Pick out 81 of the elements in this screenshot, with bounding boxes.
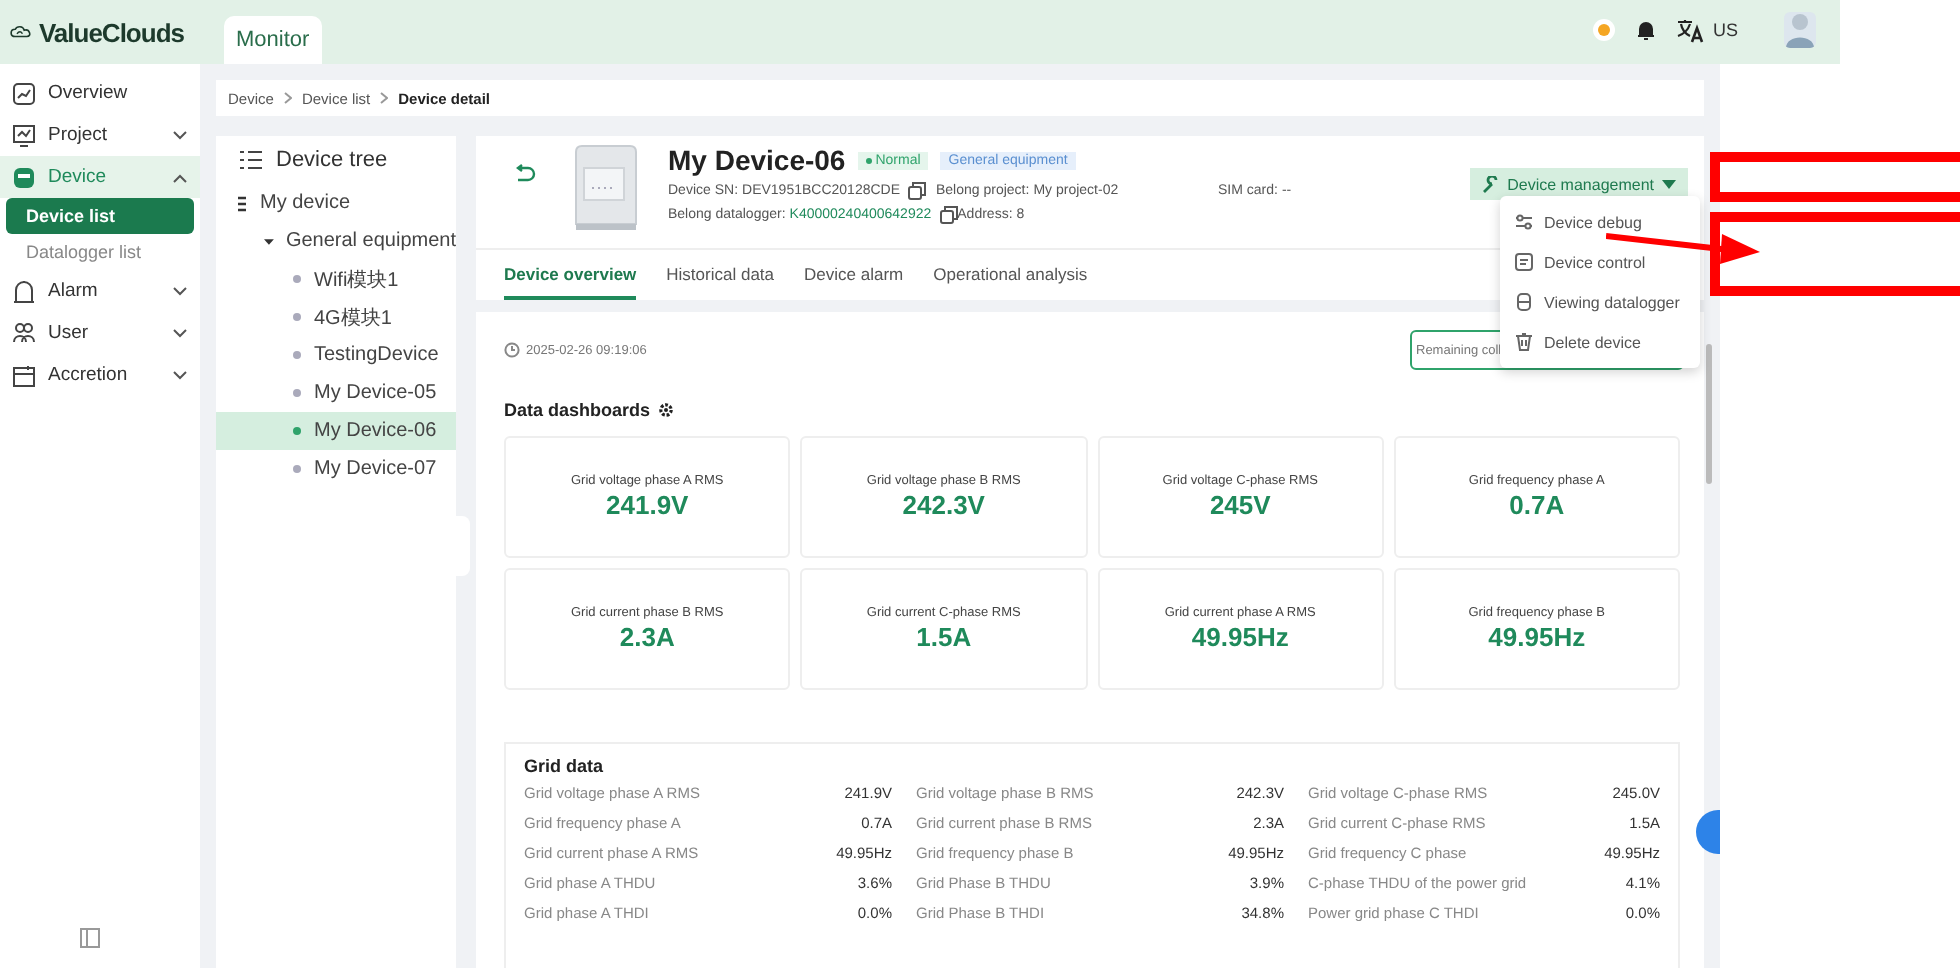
language-label[interactable]: US (1712, 20, 1738, 40)
dot-icon (292, 350, 302, 360)
sidebar-label: User (48, 322, 91, 344)
device-name: My Device-06 (668, 144, 846, 176)
collapse-icon[interactable] (80, 928, 100, 948)
section-title: Grid data (524, 756, 606, 776)
sidebar-item[interactable]: User (0, 312, 200, 354)
caret-icon (264, 235, 274, 247)
metric-value: 0.7A (1509, 490, 1565, 520)
tree-title: Device tree (276, 148, 388, 172)
sidebar-item[interactable]: Device (0, 156, 200, 198)
chevron-right-icon (380, 92, 389, 104)
tree-item[interactable]: My Device-06 (216, 412, 456, 450)
menu-item-label: Device control (1544, 253, 1646, 271)
dot-icon (292, 388, 302, 398)
section-title: Data dashboards (504, 400, 651, 420)
list-icon (240, 150, 262, 170)
device-icon (12, 165, 36, 189)
tree-item[interactable]: TestingDevice (216, 336, 456, 374)
metric-value: 242.3V (902, 490, 985, 520)
tree-item[interactable]: Wifi模块1 (216, 260, 456, 298)
copy-icon[interactable] (908, 182, 927, 200)
control-icon (1514, 252, 1534, 272)
trash-icon (1514, 332, 1534, 352)
tree-item[interactable]: 4G模块1 (216, 298, 456, 336)
dot-icon (292, 426, 302, 436)
chart-icon (12, 81, 36, 105)
translate-icon[interactable] (1676, 17, 1707, 43)
calendar-icon (12, 363, 36, 387)
menu-item[interactable]: Device debug (1500, 202, 1700, 242)
back-icon[interactable] (512, 164, 536, 184)
module-tab[interactable]: Monitor (224, 16, 322, 64)
users-icon (12, 321, 36, 345)
clock-icon (504, 342, 520, 358)
menu-item[interactable]: Delete device (1500, 322, 1700, 362)
menu-item-label: Delete device (1544, 333, 1641, 351)
tree-item[interactable]: My Device-07 (216, 450, 456, 488)
caret-icon (1662, 179, 1676, 189)
metric-value: 2.3A (619, 622, 675, 652)
collapse-lines-icon (236, 195, 248, 211)
submenu-item[interactable]: Device list (6, 198, 194, 234)
sidebar-item[interactable]: Alarm (0, 270, 200, 312)
metric-value: 49.95Hz (1488, 622, 1586, 652)
sidebar-item[interactable]: Project (0, 114, 200, 156)
logo-text: ValueClouds (38, 17, 184, 47)
sidebar-label: Accretion (48, 364, 130, 386)
sidebar-label: Project (48, 124, 110, 146)
dot-icon (292, 464, 302, 474)
dot-icon (292, 312, 302, 322)
menu-item[interactable]: Device control (1500, 242, 1700, 282)
device-cabinet-drawing (572, 144, 640, 232)
menu-item-label: Viewing datalogger (1544, 293, 1680, 311)
sidebar-label: Overview (48, 82, 130, 104)
sidebar-item[interactable]: Accretion (0, 354, 200, 396)
tab[interactable]: Historical data (666, 250, 775, 300)
menu-item-label: Device debug (1544, 213, 1642, 231)
copy-icon[interactable] (939, 206, 958, 224)
bell-icon[interactable] (1634, 18, 1659, 42)
dot-icon (292, 274, 302, 284)
submenu-item[interactable]: Datalogger list (6, 234, 194, 270)
sliders-icon (1514, 212, 1534, 232)
metric-value: 1.5A (916, 622, 972, 652)
metric-value: 241.9V (606, 490, 689, 520)
tree-item[interactable]: My device (216, 184, 456, 222)
tree-item[interactable]: My Device-05 (216, 374, 456, 412)
chevron-right-icon (283, 92, 292, 104)
tab[interactable]: Device alarm (804, 250, 904, 300)
metric-value: 49.95Hz (1191, 622, 1289, 652)
metric-value: 245V (1209, 490, 1271, 520)
avatar-icon[interactable] (1784, 12, 1816, 48)
datalogger-icon (1514, 292, 1534, 312)
tab[interactable]: Operational analysis (933, 250, 1088, 300)
monitor-icon (12, 123, 36, 147)
scrollbar-thumb (1706, 344, 1712, 484)
bell-icon (12, 279, 36, 303)
tree-item[interactable]: General equipment (216, 222, 456, 260)
tab[interactable]: Device overview (504, 250, 637, 300)
menu-item[interactable]: Viewing datalogger (1500, 282, 1700, 322)
sidebar-item[interactable]: Overview (0, 72, 200, 114)
sidebar-label: Alarm (48, 280, 100, 302)
sidebar-label: Device (48, 166, 109, 188)
